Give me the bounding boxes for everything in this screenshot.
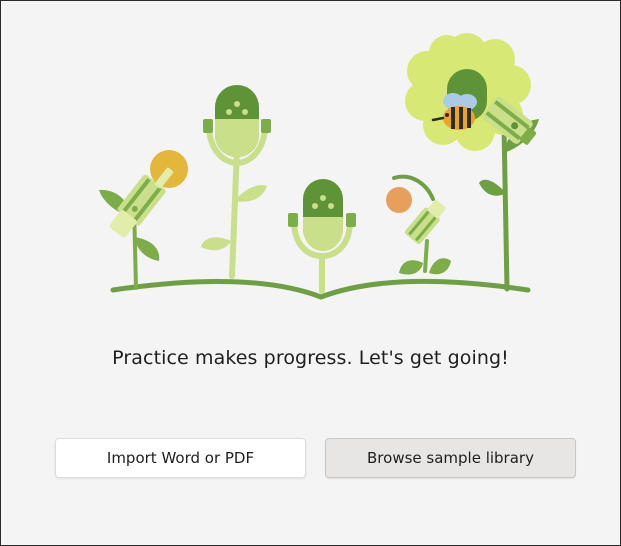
import-word-pdf-button[interactable]: Import Word or PDF — [55, 438, 306, 478]
left-mic-plant — [99, 150, 188, 290]
browse-sample-library-button[interactable]: Browse sample library — [325, 438, 576, 478]
small-mic-plant — [386, 174, 451, 275]
center-mic-plant — [288, 179, 356, 294]
reading-garden-illustration — [99, 33, 539, 300]
app-window: Practice makes progress. Let's get going… — [0, 0, 621, 546]
page-headline: Practice makes progress. Let's get going… — [112, 347, 509, 369]
tall-mic-plant — [201, 85, 271, 279]
